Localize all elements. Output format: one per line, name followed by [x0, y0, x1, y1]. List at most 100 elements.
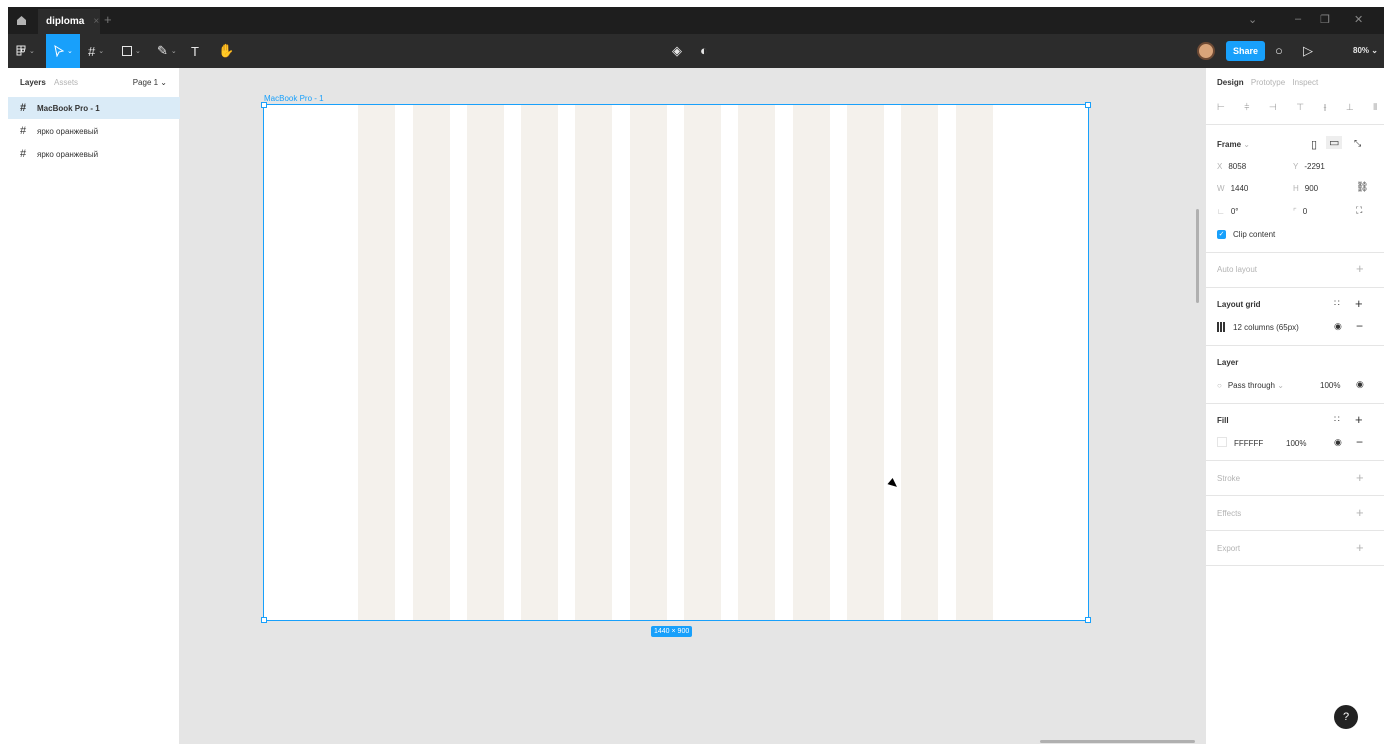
- add-stroke-icon[interactable]: +: [1356, 470, 1364, 485]
- chevron-down-icon: ⌄: [67, 48, 73, 55]
- shape-tool-button[interactable]: ⌄: [122, 34, 141, 68]
- close-tab-icon[interactable]: ×: [93, 16, 99, 27]
- grid-column: [956, 105, 993, 620]
- resize-to-fit-icon[interactable]: ⤡: [1354, 138, 1361, 149]
- layer-item[interactable]: # ярко оранжевый: [8, 120, 180, 142]
- fill-opacity-value[interactable]: 100%: [1286, 439, 1306, 448]
- independent-corners-icon[interactable]: ⛶: [1356, 205, 1362, 216]
- align-bottom-icon[interactable]: ⊥: [1346, 102, 1354, 113]
- horizontal-scrollbar[interactable]: [1040, 740, 1195, 743]
- align-right-icon[interactable]: ⊣: [1269, 102, 1277, 113]
- window-menu-icon[interactable]: ⌄: [1248, 13, 1257, 26]
- grid-settings-label[interactable]: 12 columns (65px): [1233, 323, 1299, 332]
- remove-fill-icon[interactable]: −: [1356, 435, 1363, 449]
- add-grid-icon[interactable]: +: [1355, 296, 1363, 311]
- layer-item[interactable]: # ярко оранжевый: [8, 143, 180, 165]
- resize-handle[interactable]: [1085, 102, 1091, 108]
- divider: [1206, 124, 1384, 125]
- zoom-dropdown[interactable]: 80% ⌄: [1353, 46, 1378, 55]
- title-bar: diploma × + ⌄ – ❐ ✕: [8, 7, 1384, 34]
- tab-prototype[interactable]: Prototype: [1251, 78, 1285, 87]
- add-auto-layout-icon[interactable]: +: [1356, 261, 1364, 276]
- tab-design[interactable]: Design: [1217, 78, 1244, 87]
- pointer-icon: [54, 45, 64, 57]
- landscape-icon[interactable]: ▭: [1326, 136, 1343, 149]
- help-button[interactable]: ?: [1334, 705, 1358, 729]
- fill-styles-icon[interactable]: ∷: [1334, 414, 1340, 425]
- fill-swatch[interactable]: [1217, 437, 1227, 447]
- page-selector[interactable]: Page 1 ⌄: [133, 78, 167, 87]
- divider: [1206, 495, 1384, 496]
- fill-hex-value[interactable]: FFFFFF: [1234, 439, 1263, 448]
- chevron-down-icon: ⌄: [1371, 46, 1378, 55]
- eye-icon[interactable]: ◉: [1356, 379, 1364, 390]
- main-menu-button[interactable]: ⌄: [12, 34, 44, 68]
- hand-tool-button[interactable]: ✋: [218, 34, 234, 68]
- frame-tool-button[interactable]: # ⌄: [88, 34, 104, 68]
- close-window-button[interactable]: ✕: [1354, 13, 1363, 26]
- resize-handle[interactable]: [261, 102, 267, 108]
- align-center-h-icon[interactable]: ⫩: [1244, 102, 1249, 113]
- tab-inspect[interactable]: Inspect: [1292, 78, 1318, 87]
- resize-handle[interactable]: [1085, 617, 1091, 623]
- text-tool-button[interactable]: T: [191, 34, 199, 68]
- portrait-icon[interactable]: ▯: [1311, 138, 1317, 151]
- grid-column: [575, 105, 612, 620]
- frame-dropdown[interactable]: Frame ⌄: [1217, 140, 1250, 149]
- canvas[interactable]: MacBook Pro - 1 1440 × 900: [180, 68, 1205, 744]
- toolbar: ⌄ ⌄ # ⌄ ⌄ ✎ ⌄ T ✋ ◈ ◐ Share ○ ▷ 80% ⌄: [8, 34, 1384, 68]
- blend-mode-dropdown[interactable]: ○ Pass through ⌄: [1217, 381, 1284, 390]
- columns-grid-icon[interactable]: [1217, 322, 1225, 332]
- file-tab[interactable]: diploma ×: [38, 9, 100, 34]
- move-tool-button[interactable]: ⌄: [46, 34, 80, 68]
- minimize-button[interactable]: –: [1295, 13, 1301, 25]
- align-left-icon[interactable]: ⊢: [1217, 102, 1225, 113]
- frame-label[interactable]: MacBook Pro - 1: [264, 94, 324, 103]
- home-button[interactable]: [8, 7, 34, 34]
- comment-icon[interactable]: ○: [1275, 43, 1283, 58]
- present-icon[interactable]: ▷: [1303, 43, 1313, 59]
- align-middle-v-icon[interactable]: ⫲: [1324, 102, 1327, 113]
- components-icon[interactable]: ◈: [672, 43, 682, 59]
- blend-icon: ○: [1217, 381, 1222, 390]
- layer-opacity-value[interactable]: 100%: [1320, 381, 1340, 390]
- tab-assets[interactable]: Assets: [54, 78, 78, 87]
- grid-styles-icon[interactable]: ∷: [1334, 298, 1340, 309]
- eye-icon[interactable]: ◉: [1334, 321, 1342, 332]
- share-button[interactable]: Share: [1226, 41, 1265, 61]
- resize-handle[interactable]: [261, 617, 267, 623]
- macbook-frame[interactable]: [263, 104, 1089, 621]
- eye-icon[interactable]: ◉: [1334, 437, 1342, 448]
- clip-content-checkbox[interactable]: ✓: [1217, 230, 1226, 239]
- layer-item[interactable]: # MacBook Pro - 1: [8, 97, 180, 119]
- avatar[interactable]: [1197, 42, 1215, 60]
- divider: [1206, 345, 1384, 346]
- add-effect-icon[interactable]: +: [1356, 505, 1364, 520]
- height-field[interactable]: H 900: [1293, 184, 1318, 193]
- clip-content-label: Clip content: [1233, 230, 1276, 239]
- width-field[interactable]: W 1440: [1217, 184, 1248, 193]
- vertical-scrollbar[interactable]: [1196, 209, 1199, 303]
- distribute-icon[interactable]: ⫴: [1373, 102, 1377, 113]
- add-export-icon[interactable]: +: [1356, 540, 1364, 555]
- add-fill-icon[interactable]: +: [1355, 412, 1363, 427]
- new-tab-button[interactable]: +: [104, 12, 112, 27]
- constrain-proportions-icon[interactable]: ⛓: [1356, 182, 1369, 193]
- divider: [1206, 565, 1384, 566]
- pen-tool-button[interactable]: ✎ ⌄: [157, 34, 177, 68]
- grid-column: [684, 105, 721, 620]
- align-top-icon[interactable]: ⊤: [1296, 102, 1304, 113]
- layers-panel: Layers Assets Page 1 ⌄ # MacBook Pro - 1…: [8, 68, 180, 744]
- h-label: H: [1293, 184, 1299, 193]
- divider: [1206, 403, 1384, 404]
- maximize-button[interactable]: ❐: [1320, 13, 1330, 26]
- effects-title: Effects: [1217, 509, 1242, 518]
- grid-column: [630, 105, 667, 620]
- remove-grid-icon[interactable]: −: [1356, 319, 1363, 333]
- x-field[interactable]: X 8058: [1217, 162, 1246, 171]
- y-field[interactable]: Y -2291: [1293, 162, 1325, 171]
- rotation-field[interactable]: ∟ 0°: [1217, 207, 1239, 216]
- theme-toggle-icon[interactable]: ◐: [700, 43, 708, 58]
- corner-radius-field[interactable]: ⌜ 0: [1293, 207, 1307, 216]
- tab-layers[interactable]: Layers: [20, 78, 46, 87]
